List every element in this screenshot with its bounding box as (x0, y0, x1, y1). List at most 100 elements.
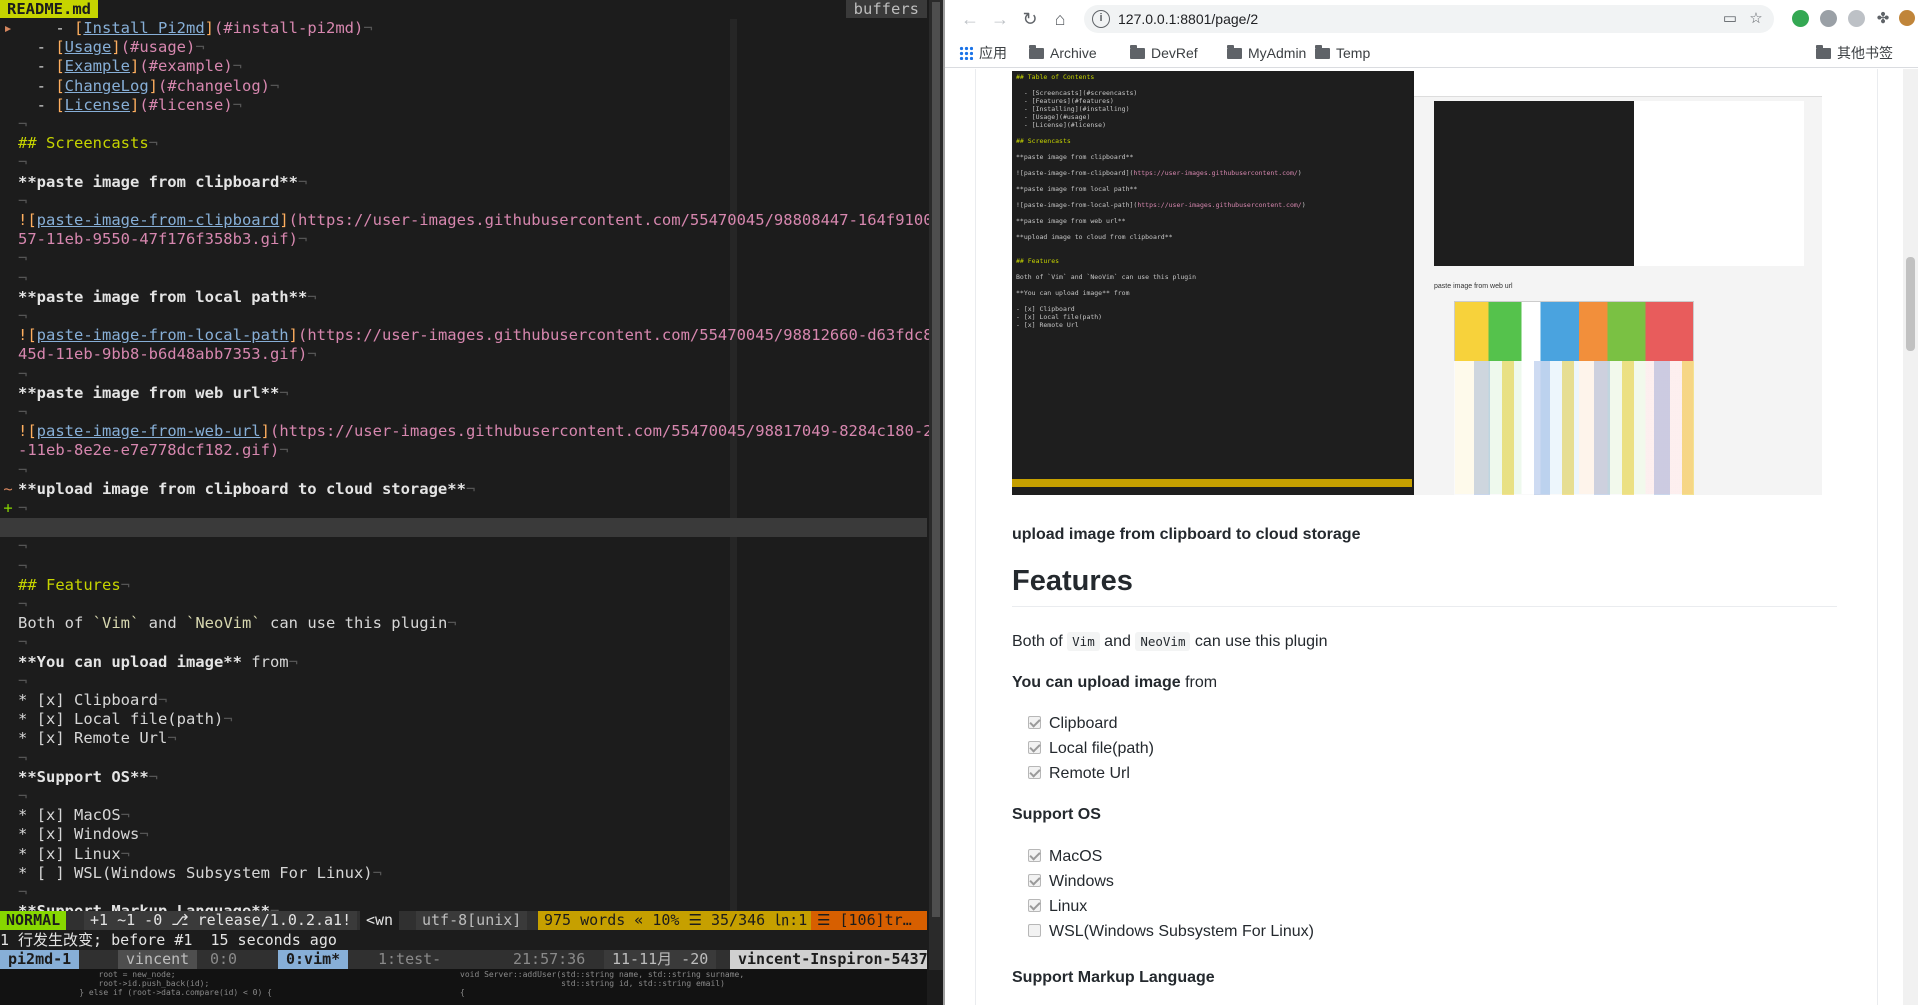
vim-line[interactable]: ¬ (0, 557, 927, 576)
extension-icon[interactable] (1820, 10, 1837, 27)
vim-line[interactable]: ¬ (0, 249, 927, 268)
vim-line[interactable]: **paste image from local path**¬ (0, 288, 927, 307)
vim-line[interactable]: * [x] Linux¬ (0, 845, 927, 864)
vim-line[interactable]: + ¬ (0, 499, 927, 518)
vim-line[interactable]: * [x] MacOS¬ (0, 806, 927, 825)
tmux-session[interactable]: pi2md-1 (0, 950, 80, 969)
vim-line[interactable]: ~ **upload image from clipboard to cloud … (0, 480, 927, 499)
vim-editor[interactable]: ▸ - [Install Pi2md](#install-pi2md)¬ - [… (0, 19, 943, 920)
bookmark-other[interactable]: 其他书签 (1816, 43, 1893, 63)
upload-source-item: Clipboard (1028, 714, 1117, 734)
back-arrow-icon[interactable]: ← (959, 8, 981, 30)
vim-line-text: * [x] Local file(path)¬ (18, 710, 233, 729)
bookmark-archive[interactable]: Archive (1029, 43, 1097, 63)
vim-line[interactable] (0, 518, 927, 538)
terminal-scrollbar-thumb[interactable] (932, 2, 940, 917)
vim-line-text: * [x] Remote Url¬ (18, 729, 177, 748)
vim-line[interactable]: **paste image from clipboard**¬ (0, 173, 927, 192)
vim-line[interactable]: ¬ (0, 269, 927, 288)
bookmark-devref[interactable]: DevRef (1130, 43, 1198, 63)
terminal-lower-pane[interactable]: root = new_node; root->id.push_back(id);… (0, 969, 927, 1005)
vim-line[interactable]: ¬ (0, 883, 927, 902)
vim-line[interactable]: ¬ (0, 307, 927, 326)
vim-line[interactable]: ![paste-image-from-web-url](https://user… (0, 422, 943, 441)
vim-line[interactable]: - [License](#license)¬ (0, 96, 927, 115)
vim-position: 975 words « 10% ☰ 35/346 ㏑:1 (538, 911, 814, 930)
cast-icon[interactable]: ▭ (1720, 9, 1740, 29)
vim-line[interactable]: ¬ (0, 672, 927, 691)
vim-line[interactable]: ¬ (0, 633, 927, 652)
vim-line[interactable]: - [Example](#example)¬ (0, 57, 927, 76)
vim-line[interactable]: - [Usage](#usage)¬ (0, 38, 927, 57)
evernote-extension-icon[interactable] (1792, 10, 1809, 27)
vim-buffer-tab[interactable]: README.md (0, 0, 98, 18)
vim-line[interactable]: * [x] Windows¬ (0, 825, 927, 844)
vim-line[interactable]: ¬ (0, 537, 927, 556)
vim-line[interactable]: ¬ (0, 365, 927, 384)
task-checkbox[interactable] (1028, 741, 1041, 754)
vim-line[interactable]: 57-11eb-9550-47f176f358b3.gif)¬ (0, 230, 927, 249)
task-checkbox[interactable] (1028, 924, 1041, 937)
task-checkbox[interactable] (1028, 716, 1041, 729)
vim-line[interactable]: -11eb-8e2e-e7e778dcf182.gif)¬ (0, 441, 927, 460)
vim-line[interactable]: - [ChangeLog](#changelog)¬ (0, 77, 927, 96)
vim-line-text: - [Usage](#usage)¬ (18, 38, 205, 57)
vim-line[interactable]: ¬ (0, 461, 927, 480)
forward-arrow-icon[interactable]: → (989, 8, 1011, 30)
vim-line[interactable]: **paste image from web url**¬ (0, 384, 927, 403)
address-url[interactable]: 127.0.0.1:8801/page/2 (1118, 5, 1258, 33)
tmux-window-active[interactable]: 0:vim* (278, 950, 349, 969)
bookmark-myadmin[interactable]: MyAdmin (1227, 43, 1306, 63)
vim-line[interactable]: ¬ (0, 595, 927, 614)
site-info-icon[interactable]: i (1092, 10, 1110, 28)
task-checkbox[interactable] (1028, 849, 1041, 862)
vim-line-text: ¬ (18, 595, 28, 613)
address-bar[interactable]: i 127.0.0.1:8801/page/2 ▭ ☆ (1084, 5, 1774, 33)
task-checkbox[interactable] (1028, 874, 1041, 887)
vim-line[interactable]: **You can upload image** from¬ (0, 653, 927, 672)
page-scrollbar-thumb[interactable] (1906, 257, 1915, 351)
vim-line[interactable]: ▸ - [Install Pi2md](#install-pi2md)¬ (0, 19, 927, 38)
browser-window[interactable]: ← → ↻ ⌂ i 127.0.0.1:8801/page/2 ▭ ☆ ✤ 应用… (945, 0, 1918, 1005)
task-checkbox[interactable] (1028, 766, 1041, 779)
vim-line[interactable]: 45d-11eb-9bb8-b6d48abb7353.gif)¬ (0, 345, 927, 364)
vim-line[interactable]: **Support OS**¬ (0, 768, 927, 787)
vim-line[interactable]: ![paste-image-from-local-path](https://u… (0, 326, 943, 345)
vim-line-text: ¬ (18, 556, 28, 575)
page-scrollbar[interactable] (1903, 69, 1918, 1005)
vim-gutter-sign: + (3, 499, 13, 517)
vim-line-text: 45d-11eb-9bb8-b6d48abb7353.gif)¬ (18, 345, 317, 364)
vim-line[interactable]: * [x] Local file(path)¬ (0, 710, 927, 729)
vim-line[interactable]: ## Screencasts¬ (0, 134, 927, 153)
features-heading: Features (1012, 565, 1837, 607)
vim-line-text: -11eb-8e2e-e7e778dcf182.gif)¬ (18, 441, 289, 460)
vim-line[interactable]: ¬ (0, 115, 927, 134)
vim-line[interactable]: ¬ (0, 192, 927, 211)
vim-line[interactable]: ![paste-image-from-clipboard](https://us… (0, 211, 943, 230)
home-icon[interactable]: ⌂ (1049, 8, 1071, 30)
puzzle-extensions-icon[interactable]: ✤ (1872, 8, 1894, 30)
task-checkbox[interactable] (1028, 899, 1041, 912)
tmux-window[interactable]: 1:test- (370, 950, 450, 969)
vim-line[interactable]: ¬ (0, 403, 927, 422)
terminal-scrollbar[interactable] (929, 0, 943, 970)
reload-icon[interactable]: ↻ (1019, 8, 1041, 30)
support-os-item: Windows (1028, 872, 1114, 892)
vim-line[interactable]: ¬ (0, 787, 927, 806)
vim-line[interactable]: * [x] Remote Url¬ (0, 729, 927, 748)
bookmark-star-icon[interactable]: ☆ (1746, 9, 1766, 29)
vim-line-text: ¬ (18, 537, 28, 556)
page-content[interactable]: ## Table of Contents - [Screencasts](#sc… (945, 69, 1903, 1005)
vim-line[interactable]: * [x] Clipboard¬ (0, 691, 927, 710)
vim-line[interactable]: ## Features¬ (0, 576, 927, 595)
vim-line[interactable]: * [ ] WSL(Windows Subsystem For Linux)¬ (0, 864, 927, 883)
support-os-item: MacOS (1028, 847, 1102, 867)
extension-icon-2[interactable] (1848, 10, 1865, 27)
bookmark-temp[interactable]: Temp (1315, 43, 1370, 63)
bookmark-apps[interactable]: 应用 (959, 43, 1007, 63)
profile-avatar-icon[interactable] (1899, 10, 1915, 26)
vim-line[interactable]: Both of `Vim` and `NeoVim` can use this … (0, 614, 927, 633)
vim-line[interactable]: ¬ (0, 749, 927, 768)
terminal-window[interactable]: README.md buffers ▸ - [Install Pi2md](#i… (0, 0, 943, 1005)
vim-line[interactable]: ¬ (0, 153, 927, 172)
